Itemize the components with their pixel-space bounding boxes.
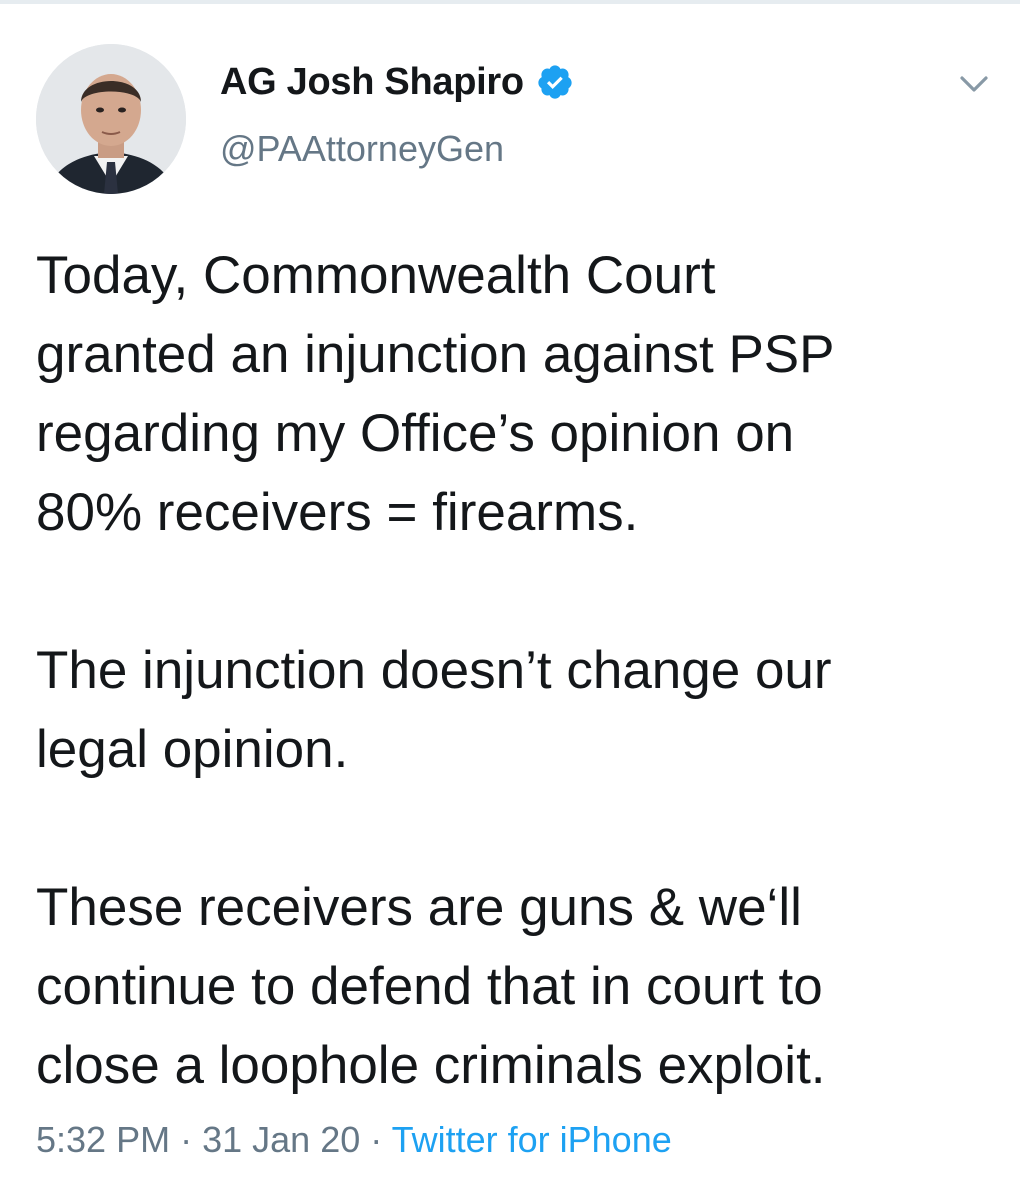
chevron-down-icon[interactable] [954,64,994,104]
tweet-line: close a loophole criminals exploit. [36,1036,826,1095]
tweet-metadata: 5:32 PM · 31 Jan 20 · Twitter for iPhone [36,1116,672,1164]
tweet-line: continue to defend that in court to [36,957,823,1016]
tweet-line: regarding my Office’s opinion on [36,404,795,463]
tweet-text: Today, Commonwealth Court granted an inj… [36,236,996,1105]
tweet-source-link[interactable]: Twitter for iPhone [392,1119,672,1160]
author-handle[interactable]: @PAAttorneyGen [220,128,504,170]
author-name-row: AG Josh Shapiro [220,58,574,106]
avatar[interactable] [36,44,186,194]
tweet-line: legal opinion. [36,720,349,779]
tweet-date[interactable]: 31 Jan 20 [202,1119,360,1160]
display-name[interactable]: AG Josh Shapiro [220,61,524,104]
tweet-line: Today, Commonwealth Court [36,246,716,305]
tweet-line: 80% receivers = firearms. [36,483,639,542]
tweet-paragraph: These receivers are guns & we‘ll continu… [36,868,996,1105]
tweet-line: The injunction doesn’t change our [36,641,832,700]
tweet-paragraph: The injunction doesn’t change our legal … [36,631,996,789]
meta-separator: · [180,1119,193,1160]
tweet-line: granted an injunction against PSP [36,325,835,384]
tweet-time[interactable]: 5:32 PM [36,1119,170,1160]
verified-badge-icon [536,63,574,101]
tweet-paragraph: Today, Commonwealth Court granted an inj… [36,236,996,552]
tweet-line: These receivers are guns & we‘ll [36,878,802,937]
avatar-photo [36,44,186,194]
tweet-card: AG Josh Shapiro @PAAttorneyGen Today, Co… [0,0,1020,1200]
meta-separator: · [370,1119,383,1160]
